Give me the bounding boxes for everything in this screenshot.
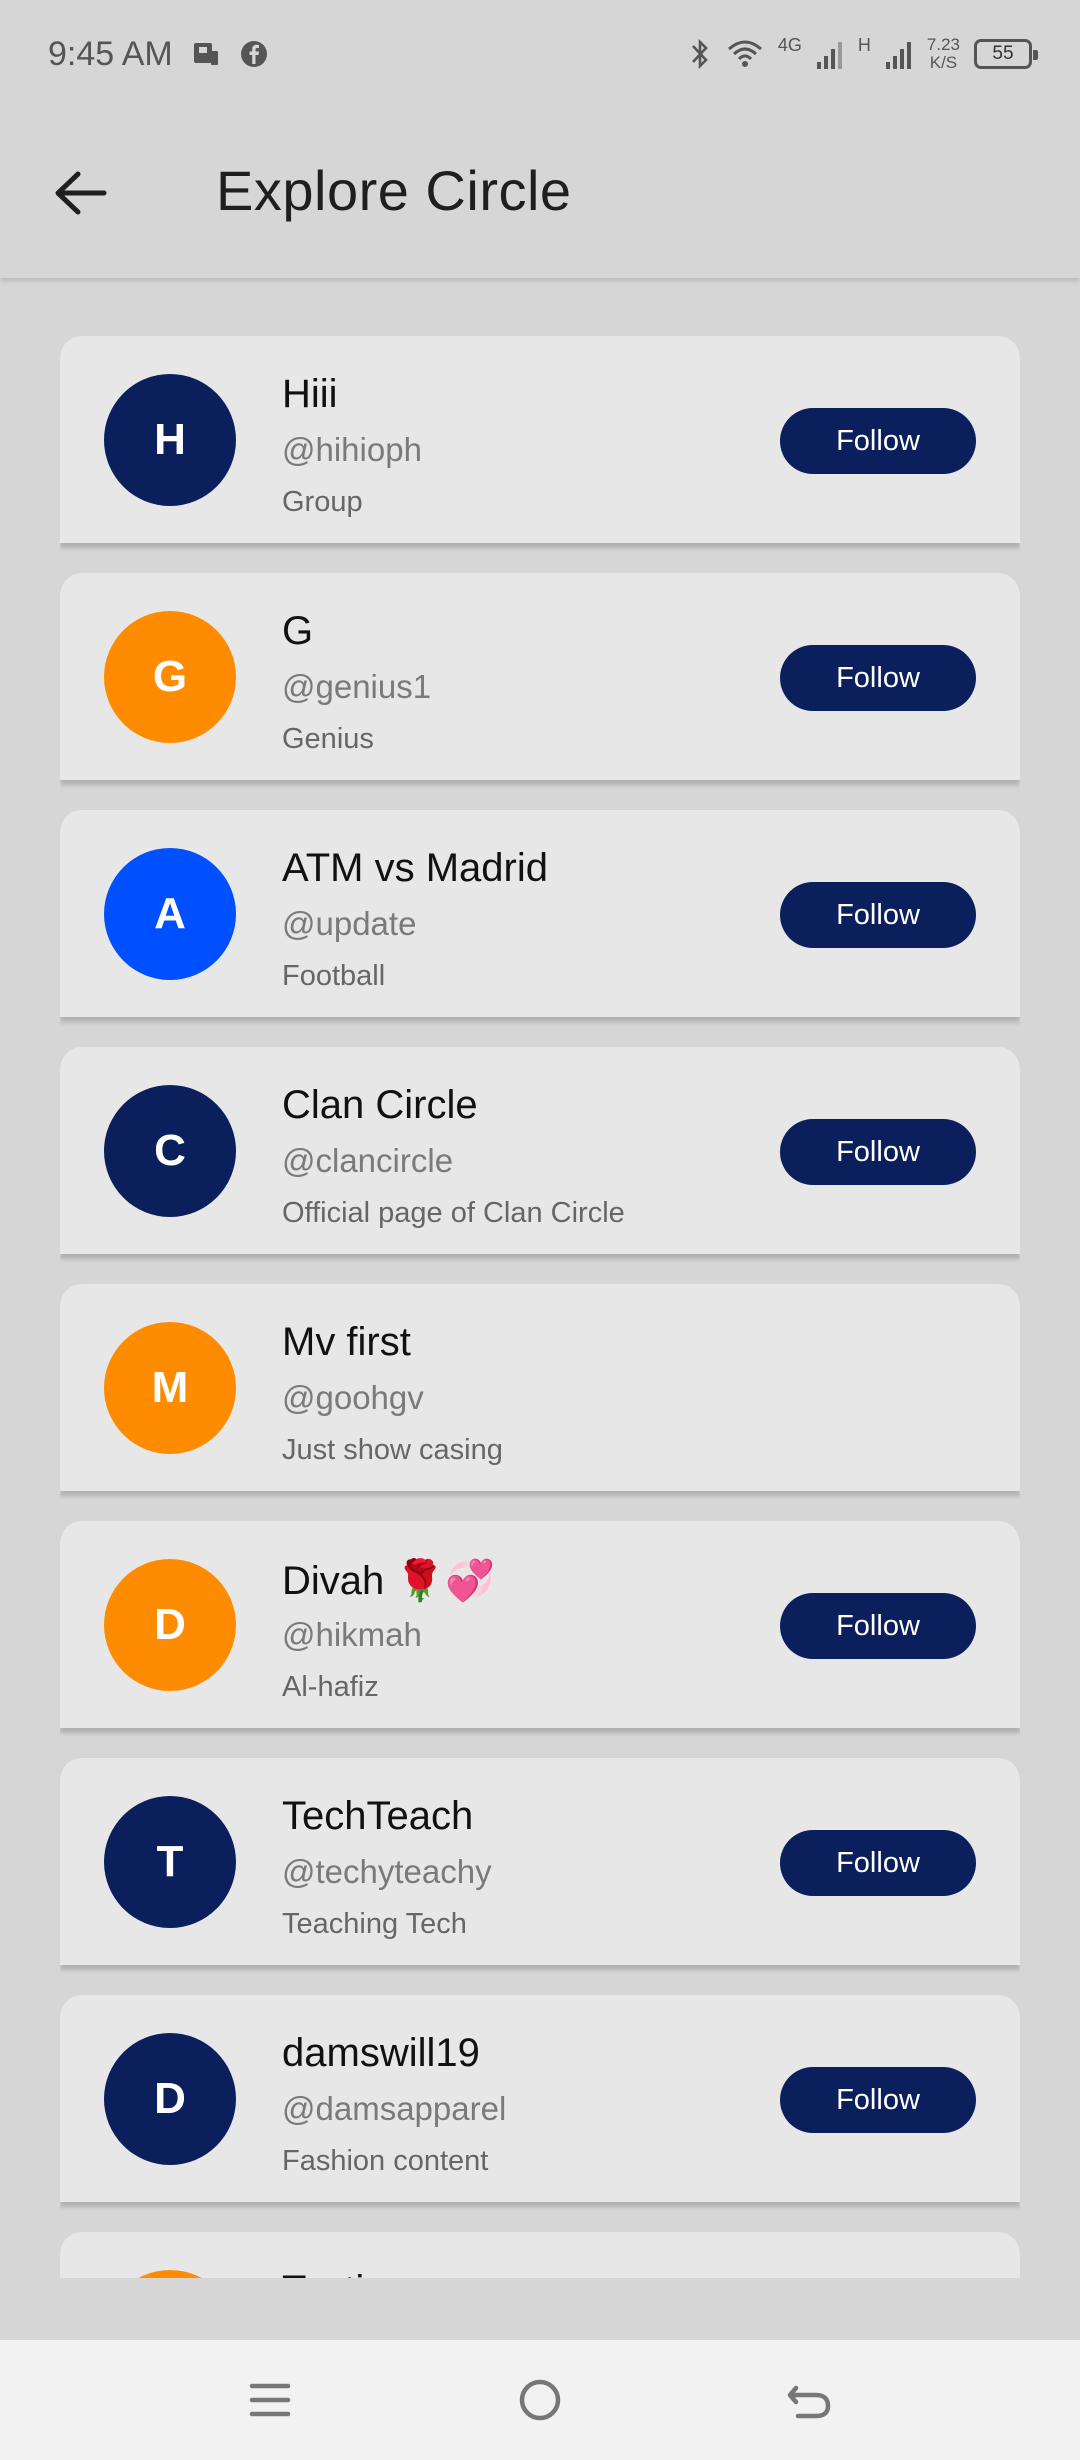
circle-description: Football (282, 960, 386, 992)
circle-description: Official page of Clan Circle (282, 1197, 625, 1229)
circle-description: Group (282, 486, 363, 518)
network-4g-label: 4G (777, 35, 802, 55)
network-speed: 7.23 K/S (927, 36, 960, 72)
circle-card[interactable]: M Mv first @goohgv Just show casing (60, 1284, 1020, 1491)
screen: 9:45 AM 4G H 7.23 K/S 55 Explore Circle … (0, 0, 1080, 2460)
avatar[interactable]: A (104, 848, 236, 980)
circle-handle: @hikmah (282, 1616, 422, 1653)
status-left: 9:45 AM (48, 35, 269, 74)
notification-app-icon (191, 39, 221, 69)
status-bar: 9:45 AM 4G H 7.23 K/S 55 (0, 0, 1080, 108)
circle-description: Fashion content (282, 2145, 489, 2177)
avatar[interactable]: T (104, 1796, 236, 1928)
circle-name: TechTeach (282, 1794, 474, 1838)
circle-handle: @hihioph (282, 431, 422, 468)
circle-name: ATM vs Madrid (282, 846, 548, 890)
circle-card[interactable]: T TechTeach @techyteachy Teaching Tech F… (60, 1758, 1020, 1965)
status-right: 4G H 7.23 K/S 55 (688, 35, 1038, 72)
avatar[interactable]: C (104, 1085, 236, 1217)
circle-description: Al-hafiz (282, 1671, 379, 1703)
circle-name: damswill19 (282, 2031, 480, 2075)
avatar[interactable]: T (104, 2270, 236, 2278)
arrow-left-icon (55, 171, 107, 215)
circle-card[interactable]: C Clan Circle @clancircle Official page … (60, 1047, 1020, 1254)
wifi-icon (726, 38, 764, 70)
circle-name: Clan Circle (282, 1083, 478, 1127)
bluetooth-icon (688, 37, 712, 71)
follow-button[interactable]: Follow (780, 1830, 976, 1896)
follow-button[interactable]: Follow (780, 882, 976, 948)
circle-card[interactable]: A ATM vs Madrid @update Football Follow (60, 810, 1020, 1017)
follow-button[interactable]: Follow (780, 1119, 976, 1185)
follow-button[interactable]: Follow (780, 2067, 976, 2133)
home-button[interactable] (510, 2370, 570, 2430)
circle-card[interactable]: D damswill19 @damsapparel Fashion conten… (60, 1995, 1020, 2202)
avatar[interactable]: G (104, 611, 236, 743)
home-circle-icon (519, 2379, 561, 2421)
battery-level: 55 (992, 43, 1014, 64)
return-icon (787, 2385, 831, 2419)
system-nav-bar (0, 2340, 1080, 2460)
circle-card[interactable]: T Testi (60, 2232, 1020, 2278)
menu-button[interactable] (240, 2370, 300, 2430)
circle-description: Genius (282, 723, 374, 755)
circle-handle: @update (282, 905, 417, 942)
page-title: Explore Circle (216, 159, 572, 222)
network-h-label: H (857, 35, 871, 55)
signal-icon-2 (885, 38, 913, 70)
circle-description: Just show casing (282, 1434, 503, 1466)
speed-unit: K/S (929, 53, 958, 72)
back-button[interactable] (52, 166, 116, 220)
circle-handle: @goohgv (282, 1379, 424, 1416)
follow-button[interactable]: Follow (780, 1593, 976, 1659)
circle-name: Divah 🌹💞 (282, 1559, 495, 1603)
back-nav-button[interactable] (780, 2370, 840, 2430)
avatar[interactable]: D (104, 1559, 236, 1691)
circle-handle: @genius1 (282, 668, 432, 705)
signal-icon-1 (816, 38, 844, 70)
circle-card[interactable]: D Divah 🌹💞 @hikmah Al-hafiz Follow (60, 1521, 1020, 1728)
circle-handle: @damsapparel (282, 2090, 507, 2127)
app-bar: Explore Circle (0, 108, 1080, 278)
avatar[interactable]: H (104, 374, 236, 506)
circle-name: Hiii (282, 372, 338, 416)
avatar[interactable]: D (104, 2033, 236, 2165)
speed-value: 7.23 (926, 35, 960, 54)
status-time: 9:45 AM (48, 34, 173, 73)
circle-list[interactable]: H Hiii @hihioph Group Follow G G @genius… (60, 336, 1020, 2278)
menu-icon (249, 2383, 291, 2417)
follow-button[interactable]: Follow (780, 408, 976, 474)
follow-button[interactable]: Follow (780, 645, 976, 711)
battery-icon: 55 (974, 39, 1038, 69)
circle-name: Mv first (282, 1320, 411, 1364)
circle-handle: @techyteachy (282, 1853, 492, 1890)
circle-card[interactable]: G G @genius1 Genius Follow (60, 573, 1020, 780)
circle-name: Testi (282, 2268, 364, 2278)
circle-description: Teaching Tech (282, 1908, 467, 1940)
avatar[interactable]: M (104, 1322, 236, 1454)
facebook-icon (239, 39, 269, 69)
circle-card[interactable]: H Hiii @hihioph Group Follow (60, 336, 1020, 543)
circle-handle: @clancircle (282, 1142, 454, 1179)
circle-name: G (282, 609, 314, 653)
